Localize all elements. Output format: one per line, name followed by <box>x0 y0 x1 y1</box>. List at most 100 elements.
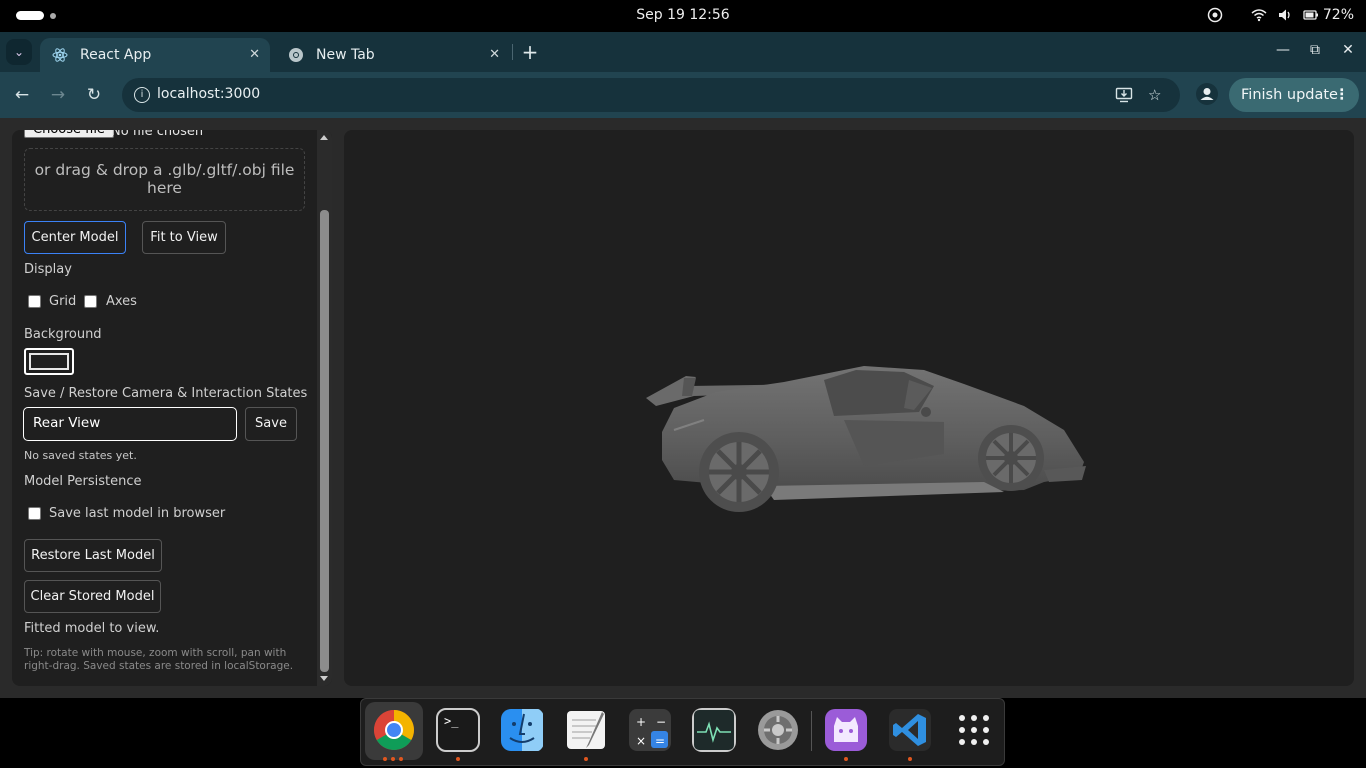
close-tab-icon[interactable]: ✕ <box>249 47 260 62</box>
save-state-button[interactable]: Save <box>245 407 297 441</box>
center-model-button[interactable]: Center Model <box>24 221 126 254</box>
new-tab-button[interactable]: + <box>520 40 540 64</box>
url-text[interactable]: localhost:3000 <box>157 86 260 102</box>
scroll-up-icon[interactable] <box>320 135 328 140</box>
tab-separator <box>512 44 513 60</box>
bookmark-star-icon[interactable]: ☆ <box>1148 86 1161 104</box>
text-editor-icon[interactable] <box>564 708 608 752</box>
chevron-down-icon: ⌄ <box>13 45 25 59</box>
tip-text: Tip: rotate with mouse, zoom with scroll… <box>24 647 294 672</box>
app-grid-icon[interactable] <box>952 708 996 752</box>
no-states-text: No saved states yet. <box>24 449 137 462</box>
persistence-heading: Model Persistence <box>24 474 142 489</box>
minimize-button[interactable]: — <box>1273 42 1293 58</box>
minimize-icon: — <box>1276 42 1290 58</box>
background-color-picker[interactable] <box>24 348 74 375</box>
display-heading: Display <box>24 262 72 277</box>
maximize-button[interactable]: ⧉ <box>1305 42 1325 58</box>
panel-scrollbar[interactable] <box>317 130 332 686</box>
state-name-input[interactable]: Rear View <box>23 407 237 441</box>
svg-text:+: + <box>636 715 646 729</box>
browser-tab-strip: ⌄ React App ✕ New Tab ✕ <box>0 32 1366 72</box>
terminal-icon[interactable]: >_ <box>436 708 480 752</box>
tab-title: New Tab <box>316 47 375 63</box>
finder-icon[interactable] <box>500 708 544 752</box>
dock: >_ + − × = <box>360 698 1005 766</box>
running-indicator <box>844 757 848 761</box>
no-file-text: No file chosen <box>111 130 204 139</box>
scroll-thumb[interactable] <box>320 210 329 672</box>
axes-label[interactable]: Axes <box>106 294 137 309</box>
close-icon: ✕ <box>1342 42 1354 58</box>
settings-icon[interactable] <box>756 708 800 752</box>
accessibility-icon[interactable] <box>1207 7 1223 23</box>
battery-percent: 72% <box>1322 7 1354 23</box>
close-tab-icon[interactable]: ✕ <box>489 47 500 62</box>
running-indicator <box>456 757 460 761</box>
vscode-icon[interactable] <box>888 708 932 752</box>
tab-react-app[interactable]: React App ✕ <box>40 38 270 72</box>
running-indicator <box>391 757 395 761</box>
dock-separator <box>811 711 812 751</box>
address-bar[interactable]: i localhost:3000 ☆ <box>122 78 1180 112</box>
system-tray[interactable]: 72% <box>1207 7 1354 23</box>
running-indicator <box>584 757 588 761</box>
choose-file-button[interactable]: Choose file <box>24 130 114 138</box>
states-heading: Save / Restore Camera & Interaction Stat… <box>24 386 308 401</box>
control-panel: Choose file No file chosen or drag & dro… <box>12 130 332 686</box>
back-button[interactable]: ← <box>10 83 34 107</box>
browser-toolbar: ← → ↻ i localhost:3000 ☆ Finish update ⋮ <box>0 72 1366 118</box>
scroll-down-icon[interactable] <box>320 676 328 681</box>
react-icon <box>52 47 68 63</box>
clock[interactable]: Sep 19 12:56 <box>0 7 1366 23</box>
background-heading: Background <box>24 327 102 342</box>
chrome-icon[interactable] <box>372 708 416 752</box>
system-monitor-icon[interactable] <box>692 708 736 752</box>
tab-title: React App <box>80 47 152 63</box>
clear-stored-model-button[interactable]: Clear Stored Model <box>24 580 161 613</box>
save-last-model-checkbox[interactable] <box>28 507 41 520</box>
status-text: Fitted model to view. <box>24 621 160 636</box>
tab-search-button[interactable]: ⌄ <box>6 39 32 65</box>
finish-update-button[interactable]: Finish update ⋮ <box>1229 78 1359 112</box>
running-indicator <box>399 757 403 761</box>
car-model[interactable] <box>344 130 1354 686</box>
arrow-left-icon: ← <box>14 85 30 105</box>
tab-new-tab[interactable]: New Tab ✕ <box>276 38 510 72</box>
fit-to-view-button[interactable]: Fit to View <box>142 221 226 254</box>
grid-checkbox[interactable] <box>28 295 41 308</box>
wifi-icon[interactable] <box>1251 7 1267 23</box>
running-indicator <box>383 757 387 761</box>
arrow-right-icon: → <box>50 85 66 105</box>
battery-icon[interactable] <box>1303 7 1319 23</box>
svg-text:×: × <box>636 734 646 748</box>
svg-text:−: − <box>656 715 666 729</box>
file-dropzone[interactable]: or drag & drop a .glb/.gltf/.obj file he… <box>24 148 305 211</box>
chrome-icon <box>288 47 304 63</box>
forward-button[interactable]: → <box>46 83 70 107</box>
reload-button[interactable]: ↻ <box>82 83 106 107</box>
profile-avatar[interactable] <box>1196 83 1218 105</box>
grid-label[interactable]: Grid <box>49 294 76 309</box>
install-app-icon[interactable] <box>1115 86 1133 108</box>
github-desktop-icon[interactable] <box>824 708 868 752</box>
calculator-icon[interactable]: + − × = <box>628 708 672 752</box>
svg-text:=: = <box>655 734 665 748</box>
more-menu-icon[interactable]: ⋮ <box>1335 78 1350 112</box>
close-window-button[interactable]: ✕ <box>1338 42 1358 58</box>
restore-last-model-button[interactable]: Restore Last Model <box>24 539 162 572</box>
system-top-bar: Sep 19 12:56 72% <box>0 0 1366 32</box>
running-indicator <box>908 757 912 761</box>
save-last-model-label[interactable]: Save last model in browser <box>49 506 225 521</box>
restore-icon: ⧉ <box>1310 42 1320 58</box>
plus-icon: + <box>521 40 539 64</box>
finish-update-label: Finish update <box>1241 87 1338 103</box>
3d-viewport[interactable] <box>344 130 1354 686</box>
volume-icon[interactable] <box>1277 7 1293 23</box>
color-preview <box>29 353 69 370</box>
axes-checkbox[interactable] <box>84 295 97 308</box>
react-app-page: Choose file No file chosen or drag & dro… <box>0 118 1366 698</box>
site-info-icon[interactable]: i <box>134 87 150 103</box>
dock-bar: >_ + − × = <box>0 698 1366 768</box>
reload-icon: ↻ <box>86 85 102 105</box>
